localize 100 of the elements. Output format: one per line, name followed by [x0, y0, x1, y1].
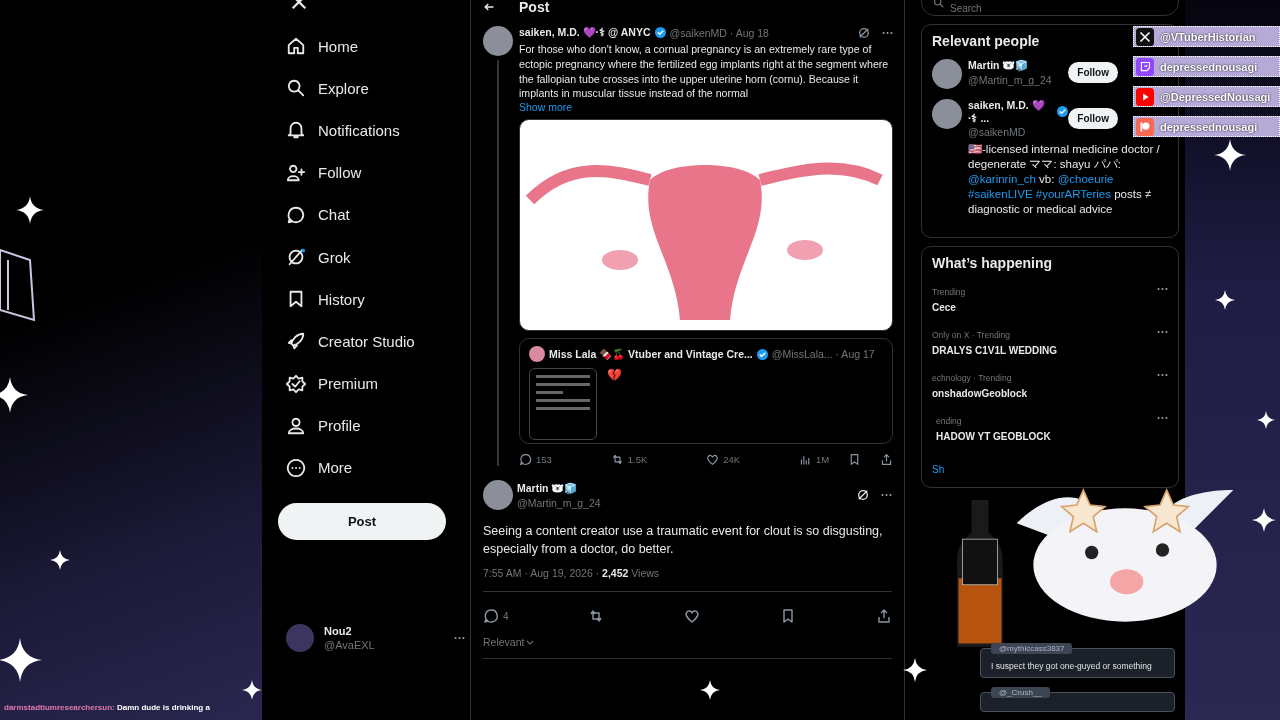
rocket-icon: [286, 331, 306, 352]
more-icon[interactable]: [1157, 373, 1168, 377]
reply-icon[interactable]: [483, 608, 499, 625]
author-handle: @Martin_m_g_24: [517, 496, 601, 509]
sparkle-icon: [16, 196, 44, 224]
person-plus-icon: [286, 162, 306, 183]
action-count: 1M: [816, 454, 830, 466]
author-name[interactable]: saiken, M.D. 💜·⚕ @ ANYC: [519, 26, 651, 39]
follow-button[interactable]: Follow: [1068, 108, 1118, 129]
social-handle-badge: @DepressedNousagi: [1133, 86, 1280, 107]
search-field[interactable]: Search: [921, 0, 1179, 16]
heart-icon[interactable]: [684, 608, 701, 625]
more-icon[interactable]: [1157, 416, 1168, 420]
nav-item[interactable]: Notifications: [286, 109, 470, 152]
sparkle-icon: [1215, 290, 1235, 310]
reply-text: Seeing a content creator use a traumatic event for clout is so disgusting, especially from a doctor, do better.: [483, 523, 884, 559]
share-icon[interactable]: [876, 608, 892, 625]
nav-item[interactable]: Follow: [286, 151, 470, 194]
trend-topic[interactable]: onshadowGeoblock: [932, 388, 1027, 399]
person-icon: [286, 415, 306, 436]
home-icon: [286, 36, 306, 57]
nav-item[interactable]: Home: [286, 25, 470, 68]
account-handle: @AvaEXL: [324, 639, 376, 652]
author-handle: @MissLala... · Aug 17: [771, 348, 875, 361]
nav-item[interactable]: Chat: [286, 193, 470, 236]
trend-category: Only on X · Trending: [932, 330, 1011, 340]
show-more-link[interactable]: Show more: [519, 101, 893, 114]
nav-item[interactable]: Grok: [286, 235, 470, 279]
more-icon[interactable]: [1157, 287, 1168, 291]
person-handle: @Martin_m_g_24: [968, 74, 1052, 86]
trend-topic[interactable]: DRALYS C1V1L WEDDING: [932, 345, 1058, 356]
slashed-circle-icon[interactable]: [858, 26, 870, 39]
author-name[interactable]: Martin 🐻‍❄🧊: [517, 481, 601, 495]
sparkle-icon: [50, 550, 70, 570]
search-icon: [933, 0, 944, 8]
back-arrow-icon[interactable]: [483, 1, 495, 13]
sparkle-icon: [1214, 139, 1246, 171]
chat-message: I suspect they got one-guyed or something: [991, 661, 1153, 671]
heart-icon[interactable]: [706, 453, 720, 467]
follow-button[interactable]: Follow: [1068, 62, 1118, 83]
verified-badge-icon: [756, 348, 768, 360]
sparkle-icon: [0, 377, 28, 413]
search-icon: [286, 78, 306, 99]
nav-item[interactable]: More: [286, 446, 470, 490]
avatar[interactable]: [932, 99, 962, 129]
social-handle-badge: @VTuberHistorian: [1133, 26, 1280, 47]
person-name[interactable]: Martin 🐻‍❄🧊: [968, 59, 1029, 72]
person-bio: 🇺🇸-licensed internal medicine doctor / degenerate ママ: shayu パパ: @karinrin_ch vb: @choeurie #saikenLIVE #yourARTeries posts ≠ diagnostic or medical advice: [968, 142, 1161, 217]
author-name[interactable]: Miss Lala 🍫🍒 Vtuber and Vintage Cre...: [549, 347, 753, 361]
chat-username: @mythiccass3837: [991, 643, 1073, 654]
bio-link[interactable]: #saikenLIVE: [968, 188, 1033, 200]
nav-item[interactable]: Explore: [286, 67, 470, 110]
more-icon[interactable]: [881, 493, 892, 498]
x-logo-icon: [1136, 27, 1154, 46]
more-icon[interactable]: [1157, 330, 1168, 334]
sparkle-icon: [903, 658, 927, 682]
action-count: 1.5K: [627, 454, 648, 466]
person-name[interactable]: saiken, M.D. 💜·⚕ ...: [968, 99, 1054, 124]
sparkle-icon: [0, 638, 42, 682]
social-handle-badge: depressednousagi: [1133, 56, 1280, 77]
nav-item[interactable]: History: [286, 278, 470, 321]
nav-item[interactable]: Profile: [286, 404, 470, 447]
avatar[interactable]: [483, 480, 513, 511]
trend-category: ending: [936, 416, 963, 426]
twitch-logo-icon: [1136, 57, 1154, 76]
bar-chart-icon[interactable]: [799, 453, 812, 467]
sparkle-icon: [1257, 411, 1275, 429]
verified-badge-icon: [654, 27, 666, 38]
trend-topic[interactable]: HADOW YT GEOBLOCK: [936, 431, 1051, 442]
card-title: What’s happening: [932, 255, 1053, 271]
avatar[interactable]: [483, 26, 513, 56]
bio-link[interactable]: @choeurie: [1057, 173, 1114, 185]
post-text: For those who don't know, a cornual pregnancy is an extremely rare type of ectopic pregnancy where the fertilized egg implants right at the segment where the fallopian tube crosses into the upper uterine horn (cornu). Because it implants in muscular tissue instead of the normal: [519, 42, 890, 102]
more-icon[interactable]: [454, 636, 465, 641]
bio-link[interactable]: @karinrin_ch: [968, 173, 1036, 185]
trend-category: echnology · Trending: [932, 373, 1013, 383]
share-icon[interactable]: [879, 453, 893, 467]
chat-message: darmstadtiumresearchersun: Damn dude is drinking a: [4, 703, 210, 713]
patreon-logo-icon: [1136, 117, 1154, 136]
action-count: 4: [503, 610, 509, 622]
nav-item[interactable]: Premium: [286, 362, 470, 405]
more-icon[interactable]: [882, 30, 893, 35]
trend-topic[interactable]: Cece: [932, 302, 966, 313]
broken-heart-emoji: 💔: [607, 368, 622, 385]
nav-item[interactable]: Creator Studio: [286, 320, 470, 363]
check-badge-icon: [286, 373, 306, 394]
sort-dropdown[interactable]: Relevant: [483, 636, 535, 649]
chat-bubble-icon: [286, 204, 306, 225]
post-timestamp: 7:55 AM · Aug 19, 2026 · 2,452 Views: [483, 567, 892, 593]
action-count: 24K: [723, 454, 741, 466]
bio-link[interactable]: #yourARTeries: [1035, 188, 1111, 200]
repost-icon[interactable]: [610, 453, 624, 467]
avatar[interactable]: [932, 59, 962, 89]
reply-icon[interactable]: [519, 453, 532, 467]
trend-category: Trending: [932, 287, 966, 297]
show-more-link[interactable]: Sh: [932, 464, 945, 475]
bell-icon: [286, 120, 306, 141]
play-logo-icon: [1136, 87, 1154, 106]
author-handle: @saikenMD · Aug 18: [669, 26, 769, 39]
post-button[interactable]: Post: [278, 503, 446, 541]
